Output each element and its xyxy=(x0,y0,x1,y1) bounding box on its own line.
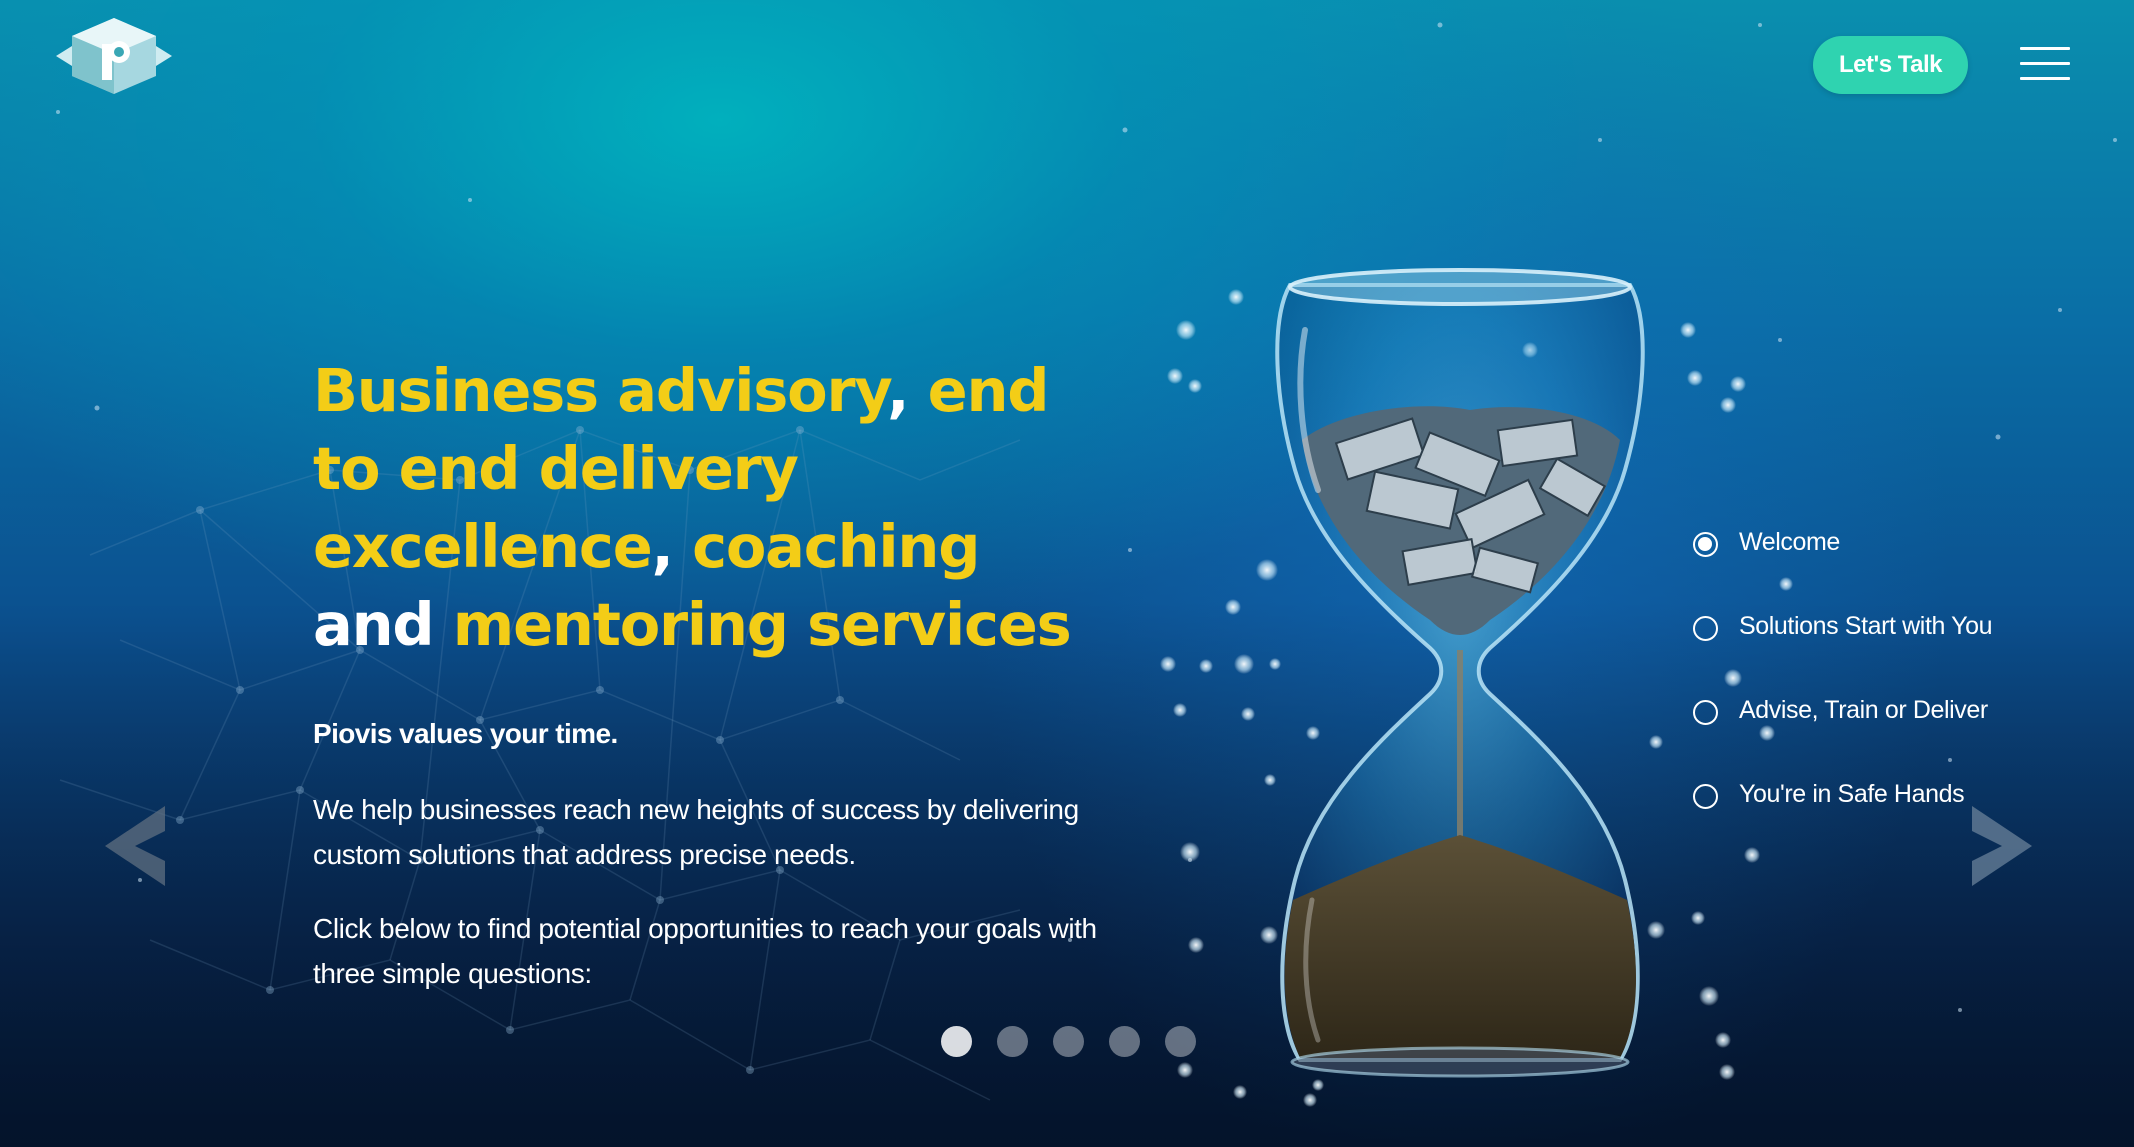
hamburger-menu-button[interactable] xyxy=(2020,47,2070,83)
carousel-dot-2[interactable] xyxy=(997,1026,1028,1057)
carousel-dot-5[interactable] xyxy=(1165,1026,1196,1057)
headline-comma: , xyxy=(651,512,674,581)
section-nav-item-welcome[interactable]: Welcome xyxy=(1693,524,1992,608)
hero-subheading: Piovis values your time. xyxy=(313,718,618,749)
chevron-left-icon xyxy=(105,806,165,886)
lets-talk-button[interactable]: Let's Talk xyxy=(1813,36,1968,94)
headline-and: and xyxy=(313,590,435,659)
radio-unselected-icon xyxy=(1693,784,1718,809)
carousel-dot-4[interactable] xyxy=(1109,1026,1140,1057)
section-nav-label: Solutions Start with You xyxy=(1739,612,1993,640)
section-nav-item-advise[interactable]: Advise, Train or Deliver xyxy=(1693,692,1992,776)
section-nav-label: Welcome xyxy=(1739,528,1840,556)
headline-comma: , xyxy=(887,356,909,425)
carousel-pagination xyxy=(941,1026,1196,1057)
section-nav-label: You're in Safe Hands xyxy=(1739,780,1965,808)
piovis-logo[interactable] xyxy=(56,16,172,96)
radio-unselected-icon xyxy=(1693,616,1718,641)
section-nav: Welcome Solutions Start with You Advise,… xyxy=(1693,524,1992,860)
hero-paragraph-intro: We help businesses reach new heights of … xyxy=(313,794,1079,870)
carousel-prev-button[interactable] xyxy=(105,806,165,886)
headline-part-coaching: coaching xyxy=(672,512,980,581)
section-nav-label: Advise, Train or Deliver xyxy=(1739,696,1988,724)
hamburger-menu-icon xyxy=(2020,47,2070,50)
section-nav-item-solutions[interactable]: Solutions Start with You xyxy=(1693,608,1992,692)
section-nav-item-safe-hands[interactable]: You're in Safe Hands xyxy=(1693,776,1992,860)
piovis-p-logo-icon xyxy=(56,18,172,94)
headline-part-mentoring: mentoring services xyxy=(433,590,1072,659)
hero-headline: Business advisory, end to end delivery e… xyxy=(313,352,1113,664)
headline-part-business-advisory: Business advisory xyxy=(313,356,888,425)
radio-selected-icon xyxy=(1693,532,1718,557)
radio-unselected-icon xyxy=(1693,700,1718,725)
carousel-dot-1[interactable] xyxy=(941,1026,972,1057)
carousel-dot-3[interactable] xyxy=(1053,1026,1084,1057)
hero-paragraph-cta: Click below to find potential opportunit… xyxy=(313,913,1097,989)
